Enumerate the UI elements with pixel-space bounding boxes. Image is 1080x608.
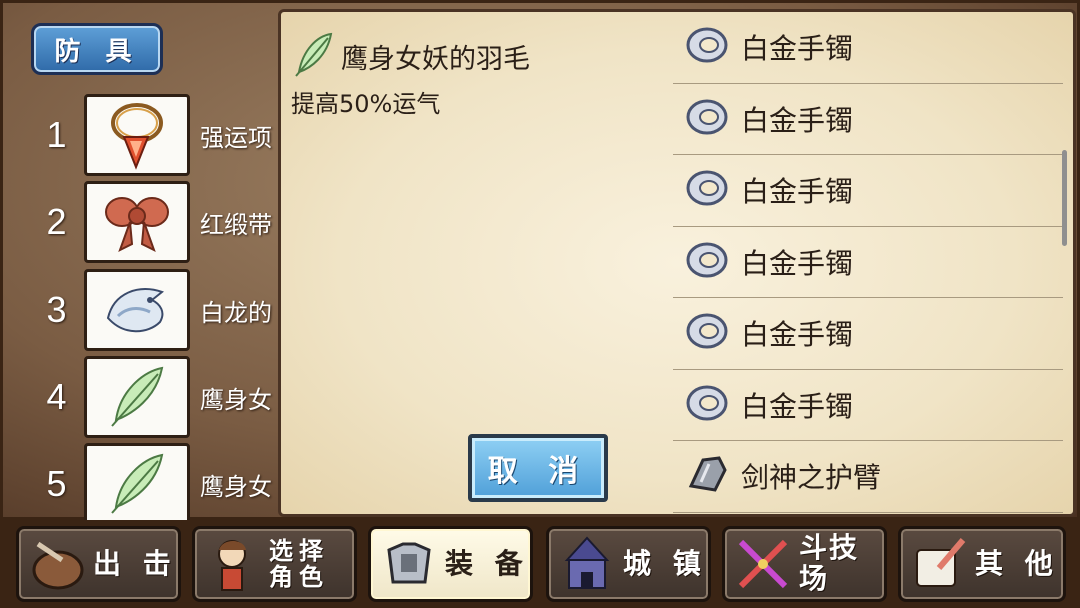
nav-label: 出 击 bbox=[93, 546, 177, 580]
armor-slot-2[interactable]: 2 红缎带 bbox=[29, 180, 286, 264]
list-item[interactable]: 白金手镯 bbox=[673, 155, 1063, 227]
list-item-name: 白金手镯 bbox=[741, 175, 854, 209]
list-item[interactable]: 白金手镯 bbox=[673, 84, 1063, 155]
slot-item-name: 鹰身女 bbox=[200, 472, 272, 501]
pouch-icon bbox=[25, 532, 89, 596]
feather-icon bbox=[291, 30, 335, 82]
bracelet-icon bbox=[685, 311, 729, 355]
nav-label: 装 备 bbox=[445, 546, 529, 580]
equip-select-dialog: 鹰身女妖的羽毛 提高50%运气 取 消 白金手镯 白金手镯 白金手镯 白金手镯 … bbox=[278, 9, 1076, 517]
list-item-name: 白金手镯 bbox=[741, 389, 854, 423]
bracelet-icon bbox=[685, 25, 729, 69]
castle-icon bbox=[555, 532, 619, 596]
category-tab-armor[interactable]: 防 具 bbox=[31, 23, 163, 75]
nav-sortie-button[interactable]: 出 击 bbox=[16, 526, 181, 602]
armor-slots-panel: 防 具 1 强运项 2 红缎带 3 白龙的 4 鹰身女 5 鹰身女 bbox=[11, 11, 286, 525]
nav-label-line2: 角色 bbox=[269, 563, 329, 591]
nav-label-line1: 选择 bbox=[269, 536, 329, 565]
list-item-name: 白金手镯 bbox=[741, 318, 854, 352]
armor-slot-3[interactable]: 3 白龙的 bbox=[29, 268, 286, 352]
nav-label: 斗技场 bbox=[799, 531, 860, 595]
nav-label: 城 镇 bbox=[623, 546, 707, 580]
slot-number: 3 bbox=[46, 289, 67, 330]
nav-other-button[interactable]: 其 他 bbox=[898, 526, 1066, 602]
crossed-swords-icon bbox=[731, 532, 795, 596]
nav-town-button[interactable]: 城 镇 bbox=[546, 526, 711, 602]
nav-select-character-button[interactable]: 选择 角色 bbox=[192, 526, 357, 602]
armor-icon bbox=[377, 532, 441, 596]
bracelet-icon bbox=[685, 383, 729, 427]
list-item[interactable]: 白金手镯 bbox=[673, 227, 1063, 298]
feather-icon bbox=[84, 443, 190, 525]
bracelet-icon bbox=[685, 240, 729, 284]
bracelet-icon bbox=[685, 97, 729, 141]
white-dragon-icon bbox=[84, 269, 190, 351]
list-item[interactable]: 白金手镯 bbox=[673, 298, 1063, 370]
bottom-nav: 出 击 选择 角色 装 备 城 镇 斗技场 其 他 bbox=[0, 520, 1080, 608]
ribbon-icon bbox=[84, 181, 190, 263]
list-item-name: 白金手镯 bbox=[741, 32, 854, 66]
character-icon bbox=[201, 532, 265, 596]
detail-item-description: 提高50%运气 bbox=[291, 90, 441, 118]
game-frame: 防 具 1 强运项 2 红缎带 3 白龙的 4 鹰身女 5 鹰身女 鹰身女妖的羽… bbox=[0, 0, 1080, 525]
slot-number: 2 bbox=[46, 201, 67, 242]
scroll-quill-icon bbox=[907, 532, 971, 596]
armor-slot-5[interactable]: 5 鹰身女 bbox=[29, 442, 286, 526]
slot-item-name: 红缎带 bbox=[200, 210, 272, 239]
armor-slot-4[interactable]: 4 鹰身女 bbox=[29, 355, 286, 439]
list-item[interactable]: 剑神之护臂 bbox=[673, 441, 1063, 513]
nav-arena-button[interactable]: 斗技场 bbox=[722, 526, 887, 602]
list-item-name: 剑神之护臂 bbox=[741, 461, 882, 495]
slot-number: 1 bbox=[46, 114, 67, 155]
slot-item-name: 强运项 bbox=[200, 123, 272, 152]
armor-slot-1[interactable]: 1 强运项 bbox=[29, 93, 286, 177]
nav-label: 选择 角色 bbox=[269, 536, 329, 591]
list-item[interactable]: 白金手镯 bbox=[673, 12, 1063, 84]
nav-equip-button[interactable]: 装 备 bbox=[368, 526, 533, 602]
list-item-name: 白金手镯 bbox=[741, 246, 854, 280]
list-scrollbar[interactable] bbox=[1062, 150, 1067, 246]
feather-icon bbox=[84, 356, 190, 438]
bracelet-icon bbox=[685, 168, 729, 212]
list-item[interactable]: 白金手镯 bbox=[673, 370, 1063, 441]
necklace-icon bbox=[84, 94, 190, 176]
cancel-button[interactable]: 取 消 bbox=[468, 434, 608, 502]
gauntlet-icon bbox=[685, 452, 729, 500]
item-detail: 鹰身女妖的羽毛 提高50%运气 bbox=[291, 30, 671, 119]
slot-number: 5 bbox=[46, 463, 67, 504]
slot-item-name: 鹰身女 bbox=[200, 385, 272, 414]
nav-label: 其 他 bbox=[975, 546, 1059, 580]
slot-number: 4 bbox=[46, 376, 67, 417]
list-item-name: 白金手镯 bbox=[741, 103, 854, 137]
detail-item-name: 鹰身女妖的羽毛 bbox=[341, 43, 530, 75]
slot-item-name: 白龙的 bbox=[200, 298, 272, 327]
equipment-list: 白金手镯 白金手镯 白金手镯 白金手镯 白金手镯 白金手镯 剑神之护臂 bbox=[673, 12, 1063, 514]
